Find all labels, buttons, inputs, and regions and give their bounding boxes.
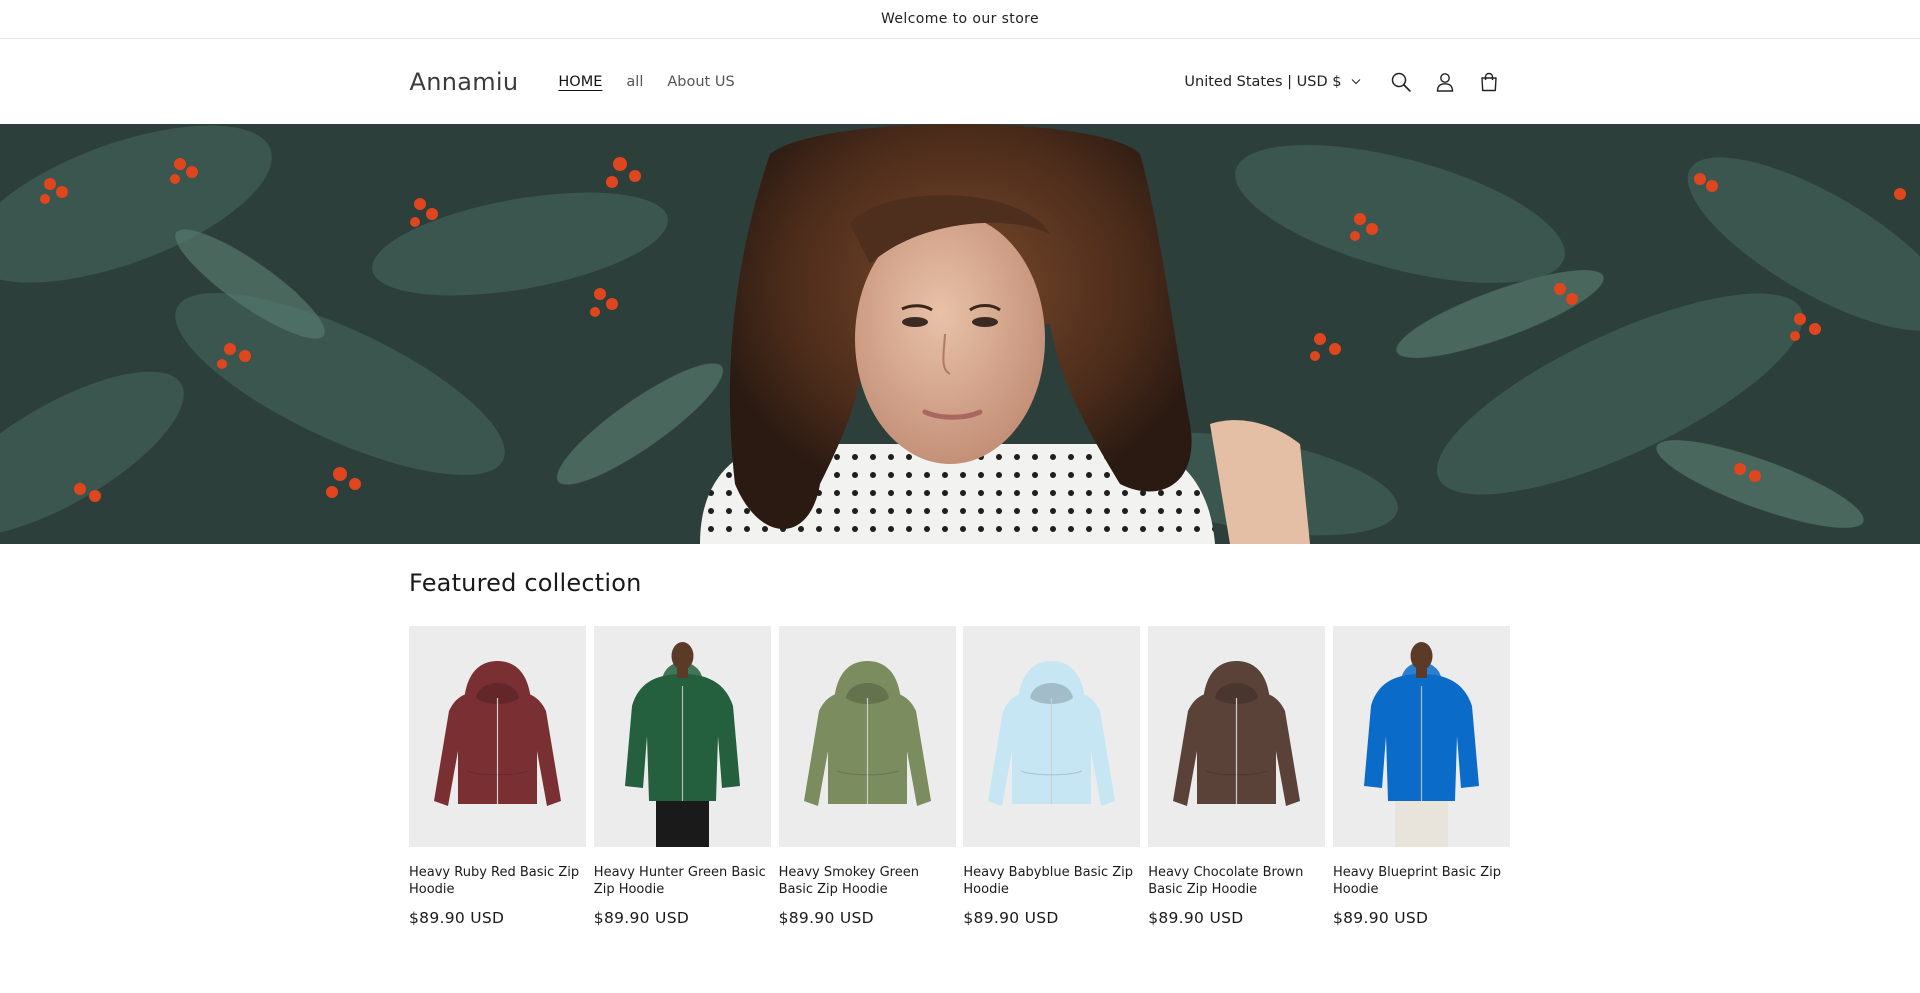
product-title[interactable]: Heavy Chocolate Brown Basic Zip Hoodie [1148,864,1325,898]
featured-collection: Featured collection Heavy Ruby Red Basic… [409,544,1510,927]
product-image[interactable] [409,626,586,847]
announcement-bar: Welcome to our store [0,0,1920,39]
product-price: $89.90 USD [1148,909,1244,927]
hero-image [0,124,1920,544]
nav-item-home[interactable]: HOME [558,74,602,90]
hoodie-image [1332,626,1510,847]
hoodie-image [409,626,586,847]
store-logo[interactable]: Annamiu [410,68,519,96]
product-image[interactable] [778,626,956,847]
product-image[interactable] [1332,626,1510,847]
account-icon [1436,72,1453,92]
search-button[interactable] [1379,60,1423,104]
product-image[interactable] [963,626,1141,847]
hoodie-image [963,626,1141,847]
nav-item-about-us[interactable]: About US [667,74,734,90]
cart-icon [1480,72,1497,91]
product-grid: Heavy Ruby Red Basic Zip Hoodie $89.90 U… [409,626,1510,927]
product-title[interactable]: Heavy Smokey Green Basic Zip Hoodie [779,864,956,898]
account-button[interactable] [1423,60,1467,104]
search-icon [1391,72,1411,92]
product-image[interactable] [593,626,771,847]
site-header: Annamiu HOME all About US United States … [410,39,1511,124]
product-card[interactable]: Heavy Hunter Green Basic Zip Hoodie $89.… [593,626,771,927]
header-actions: United States | USD $ [1184,60,1510,104]
hero-banner [0,124,1920,544]
product-price: $89.90 USD [593,909,690,927]
product-card[interactable]: Heavy Ruby Red Basic Zip Hoodie $89.90 U… [409,626,586,927]
product-price: $89.90 USD [409,909,505,927]
product-title[interactable]: Heavy Ruby Red Basic Zip Hoodie [409,864,586,898]
product-title[interactable]: Heavy Babyblue Basic Zip Hoodie [963,864,1140,898]
hoodie-image [593,626,771,847]
product-card[interactable]: Heavy Chocolate Brown Basic Zip Hoodie $… [1148,626,1326,927]
product-card[interactable]: Heavy Blueprint Basic Zip Hoodie $89.90 … [1332,626,1510,927]
product-price: $89.90 USD [1332,909,1429,927]
featured-collection-heading: Featured collection [409,569,642,597]
product-card[interactable]: Heavy Babyblue Basic Zip Hoodie $89.90 U… [963,626,1141,927]
product-title[interactable]: Heavy Hunter Green Basic Zip Hoodie [594,864,771,898]
hoodie-image [778,626,956,847]
product-title[interactable]: Heavy Blueprint Basic Zip Hoodie [1333,864,1510,898]
country-selector-label: United States | USD $ [1184,73,1342,90]
hoodie-image [1148,626,1326,847]
cart-button[interactable] [1467,60,1511,104]
product-price: $89.90 USD [963,909,1059,927]
product-price: $89.90 USD [778,909,874,927]
country-selector[interactable]: United States | USD $ [1184,74,1360,90]
main-nav: HOME all About US [558,74,734,90]
announcement-text: Welcome to our store [880,11,1040,27]
product-card[interactable]: Heavy Smokey Green Basic Zip Hoodie $89.… [778,626,956,927]
chevron-down-icon [1351,79,1360,85]
product-image[interactable] [1148,626,1326,847]
nav-item-all[interactable]: all [626,74,643,90]
